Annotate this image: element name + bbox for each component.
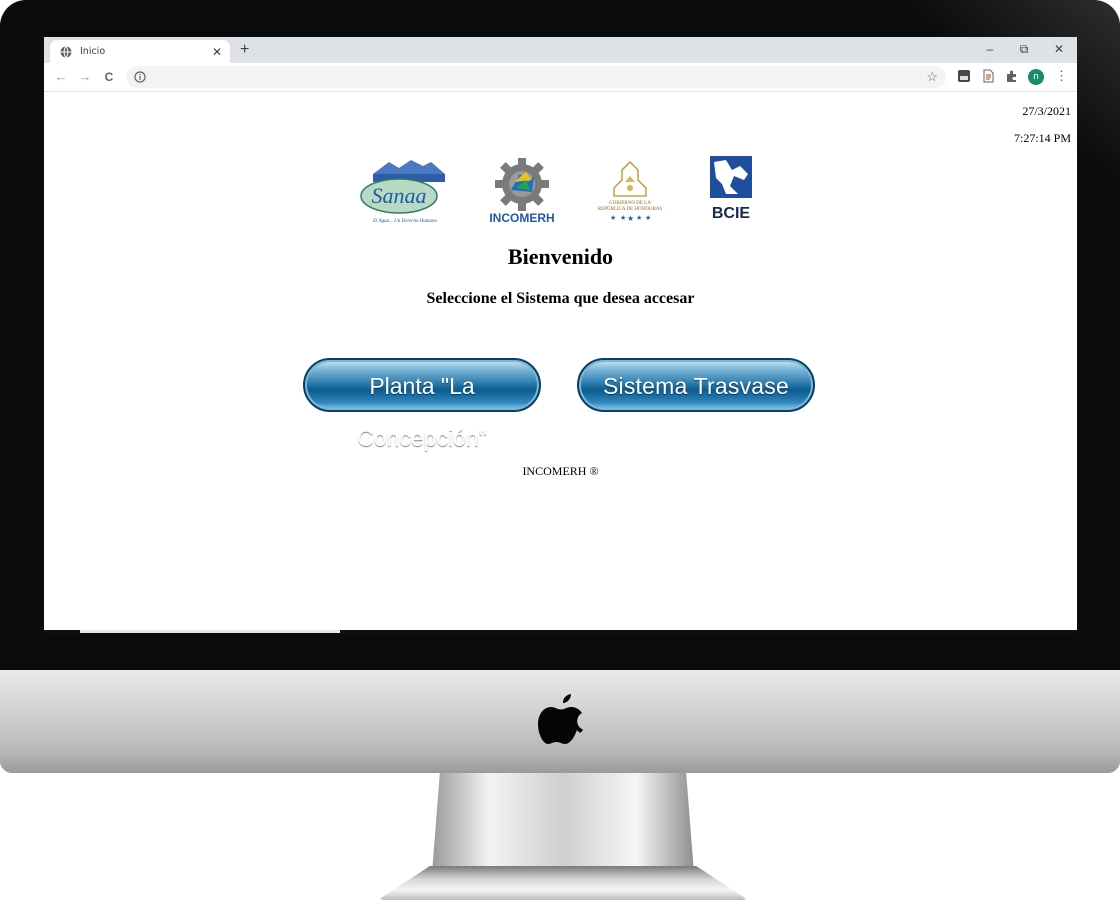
taskbar-highlight	[80, 630, 340, 633]
current-date: 27/3/2021	[1022, 104, 1071, 118]
page-title: Bienvenido	[507, 244, 614, 269]
tab-inicio[interactable]: Inicio ✕	[50, 40, 230, 63]
browser-menu-icon[interactable]: ⋮	[1055, 68, 1068, 84]
svg-text:★: ★	[645, 214, 651, 222]
tab-strip: Inicio ✕ + – ⧉ ✕	[44, 37, 1077, 63]
monitor-stand-base	[378, 866, 748, 900]
bcie-logo: BCIE	[710, 156, 752, 222]
sanaa-tagline: El Agua... Un Derecho Humano	[372, 219, 438, 224]
browser-toolbar: ← → C ☆ n ⋮	[44, 63, 1077, 92]
gobierno-line2: REPÚBLICA DE HONDURAS	[598, 206, 663, 212]
bookmark-star-icon[interactable]: ☆	[926, 69, 938, 85]
monitor-stand	[432, 773, 694, 873]
forward-button[interactable]: →	[76, 68, 94, 86]
selenium-ext-icon[interactable]	[956, 68, 972, 84]
svg-text:★: ★	[636, 214, 642, 222]
tab-close-icon[interactable]: ✕	[212, 46, 222, 58]
address-bar[interactable]: ☆	[126, 66, 946, 88]
stars-icon: ★ ★ ★ ★ ★	[610, 214, 651, 223]
close-window-button[interactable]: ✕	[1049, 41, 1069, 57]
gobierno-honduras-logo: GOBIERNO DE LA REPÚBLICA DE HONDURAS ★ ★…	[598, 160, 663, 223]
incomerh-wordmark: INCOMERH	[489, 211, 554, 225]
current-time: 7:27:14 PM	[1013, 131, 1071, 145]
page-content: 27/3/2021 7:27:14 PM Sanaa El Agua... Un…	[44, 92, 1077, 633]
sanaa-logo: Sanaa El Agua... Un Derecho Humano	[360, 160, 445, 224]
tab-title: Inicio	[80, 46, 106, 57]
svg-text:★: ★	[610, 214, 616, 222]
back-button[interactable]: ←	[52, 68, 70, 86]
browser-window: Inicio ✕ + – ⧉ ✕ ← → C ☆ n ⋮ 27/3/2021 7…	[44, 37, 1077, 633]
sistema-trasvase-button[interactable]: Sistema Trasvase	[577, 358, 815, 412]
planta-la-concepcion-button[interactable]: Planta "La Concepción"	[303, 358, 541, 451]
new-tab-button[interactable]: +	[240, 41, 249, 59]
document-ext-icon[interactable]	[980, 68, 996, 84]
footer-text: INCOMERH ®	[522, 464, 599, 478]
apple-logo-icon	[538, 694, 583, 744]
reload-button[interactable]: C	[100, 68, 118, 86]
sanaa-wordmark: Sanaa	[372, 183, 427, 208]
globe-icon	[60, 45, 72, 58]
minimize-button[interactable]: –	[980, 41, 1000, 57]
puzzle-icon[interactable]	[1004, 68, 1020, 84]
imac-mockup: Inicio ✕ + – ⧉ ✕ ← → C ☆ n ⋮ 27/3/2021 7…	[0, 0, 1120, 904]
restore-button[interactable]: ⧉	[1014, 41, 1034, 57]
profile-avatar[interactable]: n	[1028, 69, 1044, 85]
gobierno-line1: GOBIERNO DE LA	[609, 201, 651, 206]
incomerh-logo: INCOMERH	[489, 158, 555, 225]
page-subtitle: Seleccione el Sistema que desea accesar	[426, 290, 695, 307]
bcie-wordmark: BCIE	[712, 205, 751, 222]
svg-text:★: ★	[620, 214, 626, 222]
svg-text:★: ★	[627, 214, 634, 223]
info-icon[interactable]	[134, 71, 146, 83]
